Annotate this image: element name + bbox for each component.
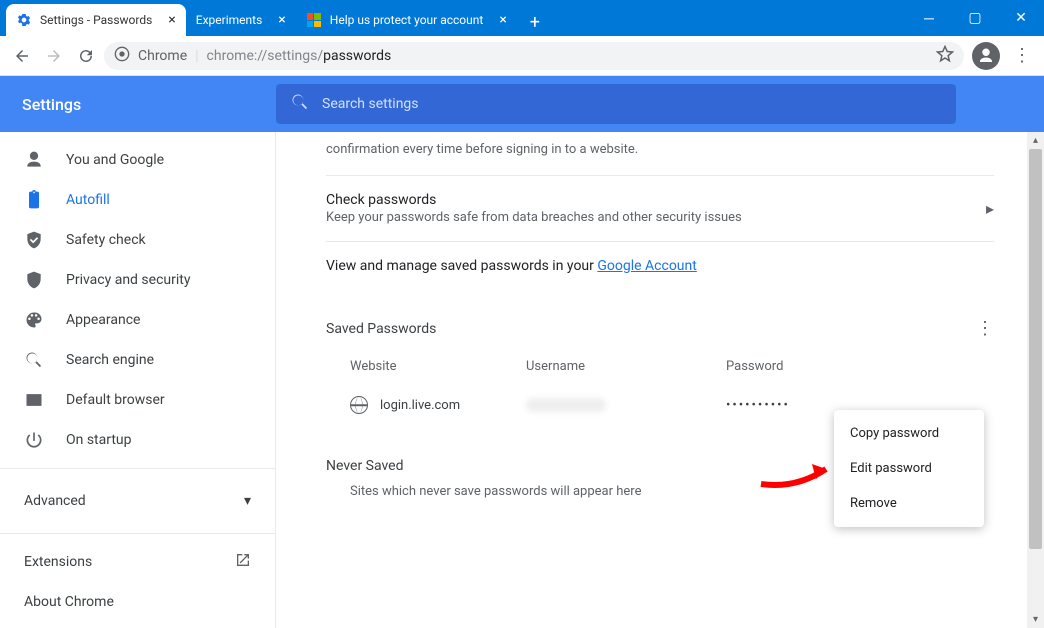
sidebar-about-chrome[interactable]: About Chrome <box>0 582 275 622</box>
settings-header: Settings Search settings <box>0 76 1044 132</box>
url-scheme: Chrome <box>138 48 187 64</box>
tab-ms-account[interactable]: Help us protect your account × <box>296 4 517 36</box>
scroll-up-button[interactable]: ▴ <box>1027 132 1044 149</box>
scroll-thumb[interactable] <box>1029 149 1042 549</box>
address-bar[interactable]: Chrome | chrome://settings/passwords <box>104 42 964 70</box>
saved-passwords-header: Saved Passwords ⋮ <box>326 290 994 353</box>
settings-sidebar: You and Google Autofill Safety check Pri… <box>0 132 276 628</box>
tab-strip: Settings - Passwords × Experiments × Hel… <box>0 0 906 36</box>
tab-experiments[interactable]: Experiments × <box>186 4 296 36</box>
profile-avatar[interactable] <box>972 42 1000 70</box>
settings-main: confirmation every time before signing i… <box>276 132 1044 628</box>
sidebar-item-label: Appearance <box>66 312 140 328</box>
search-icon <box>290 92 310 116</box>
sidebar-item-label: You and Google <box>66 152 164 168</box>
sidebar-item-you-and-google[interactable]: You and Google <box>0 140 275 180</box>
settings-title: Settings <box>22 95 276 114</box>
window-titlebar: Settings - Passwords × Experiments × Hel… <box>0 0 1044 36</box>
menu-edit-password[interactable]: Edit password <box>834 451 984 486</box>
sidebar-item-appearance[interactable]: Appearance <box>0 300 275 340</box>
browser-icon <box>24 390 44 410</box>
shield-icon <box>24 270 44 290</box>
chrome-icon <box>114 46 130 66</box>
close-icon[interactable]: × <box>278 12 285 28</box>
saved-passwords-title: Saved Passwords <box>326 321 436 337</box>
external-link-icon <box>235 552 251 572</box>
sidebar-item-on-startup[interactable]: On startup <box>0 420 275 460</box>
power-icon <box>24 430 44 450</box>
menu-remove[interactable]: Remove <box>834 486 984 521</box>
sidebar-item-label: Autofill <box>66 192 110 208</box>
clipboard-icon <box>24 190 44 210</box>
sidebar-item-safety-check[interactable]: Safety check <box>0 220 275 260</box>
password-context-menu: Copy password Edit password Remove <box>834 410 984 527</box>
check-passwords-title: Check passwords <box>326 192 742 208</box>
sidebar-about-label: About Chrome <box>24 594 114 610</box>
forward-button[interactable] <box>40 42 68 70</box>
minimize-button[interactable]: ─ <box>906 0 952 36</box>
search-icon <box>24 350 44 370</box>
bookmark-star-icon[interactable] <box>936 45 954 67</box>
close-icon[interactable]: × <box>168 12 175 28</box>
username-hidden <box>526 398 606 412</box>
vertical-scrollbar[interactable]: ▴ ▾ <box>1027 132 1044 628</box>
more-options-button[interactable]: ⋮ <box>976 318 994 339</box>
reload-button[interactable] <box>72 42 100 70</box>
sidebar-item-default-browser[interactable]: Default browser <box>0 380 275 420</box>
back-button[interactable] <box>8 42 36 70</box>
sidebar-item-privacy-security[interactable]: Privacy and security <box>0 260 275 300</box>
sidebar-extensions[interactable]: Extensions <box>0 542 275 582</box>
sidebar-item-label: Safety check <box>66 232 146 248</box>
manage-passwords-row: View and manage saved passwords in your … <box>326 241 994 290</box>
manage-text: View and manage saved passwords in your <box>326 258 597 274</box>
check-passwords-sub: Keep your passwords safe from data breac… <box>326 210 742 225</box>
chrome-menu-button[interactable]: ⋮ <box>1008 42 1036 70</box>
scroll-down-button[interactable]: ▾ <box>1027 611 1044 628</box>
new-tab-button[interactable]: + <box>521 8 549 36</box>
url-prefix: chrome://settings/ <box>207 48 324 64</box>
sidebar-item-label: Default browser <box>66 392 165 408</box>
col-username: Username <box>526 359 726 374</box>
sidebar-item-label: Search engine <box>66 352 154 368</box>
menu-copy-password[interactable]: Copy password <box>834 416 984 451</box>
tab-title: Help us protect your account <box>330 13 484 27</box>
col-website: Website <box>326 359 526 374</box>
tab-title: Experiments <box>196 13 263 27</box>
globe-icon <box>350 396 368 414</box>
sidebar-advanced[interactable]: Advanced ▾ <box>0 477 275 525</box>
close-icon[interactable]: × <box>499 12 506 28</box>
col-password: Password <box>726 359 994 374</box>
microsoft-icon <box>306 12 322 28</box>
shield-check-icon <box>24 230 44 250</box>
window-controls: ─ ▢ ✕ <box>906 0 1044 36</box>
sidebar-item-label: On startup <box>66 432 132 448</box>
sidebar-item-autofill[interactable]: Autofill <box>0 180 275 220</box>
search-placeholder: Search settings <box>322 96 419 112</box>
sidebar-advanced-label: Advanced <box>24 493 86 509</box>
check-passwords-row[interactable]: Check passwords Keep your passwords safe… <box>326 175 994 241</box>
settings-body: You and Google Autofill Safety check Pri… <box>0 132 1044 628</box>
sidebar-extensions-label: Extensions <box>24 554 92 570</box>
password-site: login.live.com <box>380 398 460 413</box>
gear-icon <box>16 12 32 28</box>
maximize-button[interactable]: ▢ <box>952 0 998 36</box>
person-icon <box>24 150 44 170</box>
tab-title: Settings - Passwords <box>40 13 152 27</box>
close-window-button[interactable]: ✕ <box>998 0 1044 36</box>
palette-icon <box>24 310 44 330</box>
truncated-description: confirmation every time before signing i… <box>326 132 994 175</box>
annotation-arrow <box>756 454 846 498</box>
sidebar-item-label: Privacy and security <box>66 272 190 288</box>
toolbar: Chrome | chrome://settings/passwords ⋮ <box>0 36 1044 76</box>
chevron-right-icon: ▸ <box>986 199 994 218</box>
chevron-down-icon: ▾ <box>244 493 251 509</box>
tab-settings-passwords[interactable]: Settings - Passwords × <box>6 4 186 36</box>
sidebar-item-search-engine[interactable]: Search engine <box>0 340 275 380</box>
google-account-link[interactable]: Google Account <box>597 258 696 274</box>
url-path: passwords <box>323 48 391 64</box>
password-table-header: Website Username Password <box>326 353 994 386</box>
search-settings-input[interactable]: Search settings <box>276 84 956 124</box>
